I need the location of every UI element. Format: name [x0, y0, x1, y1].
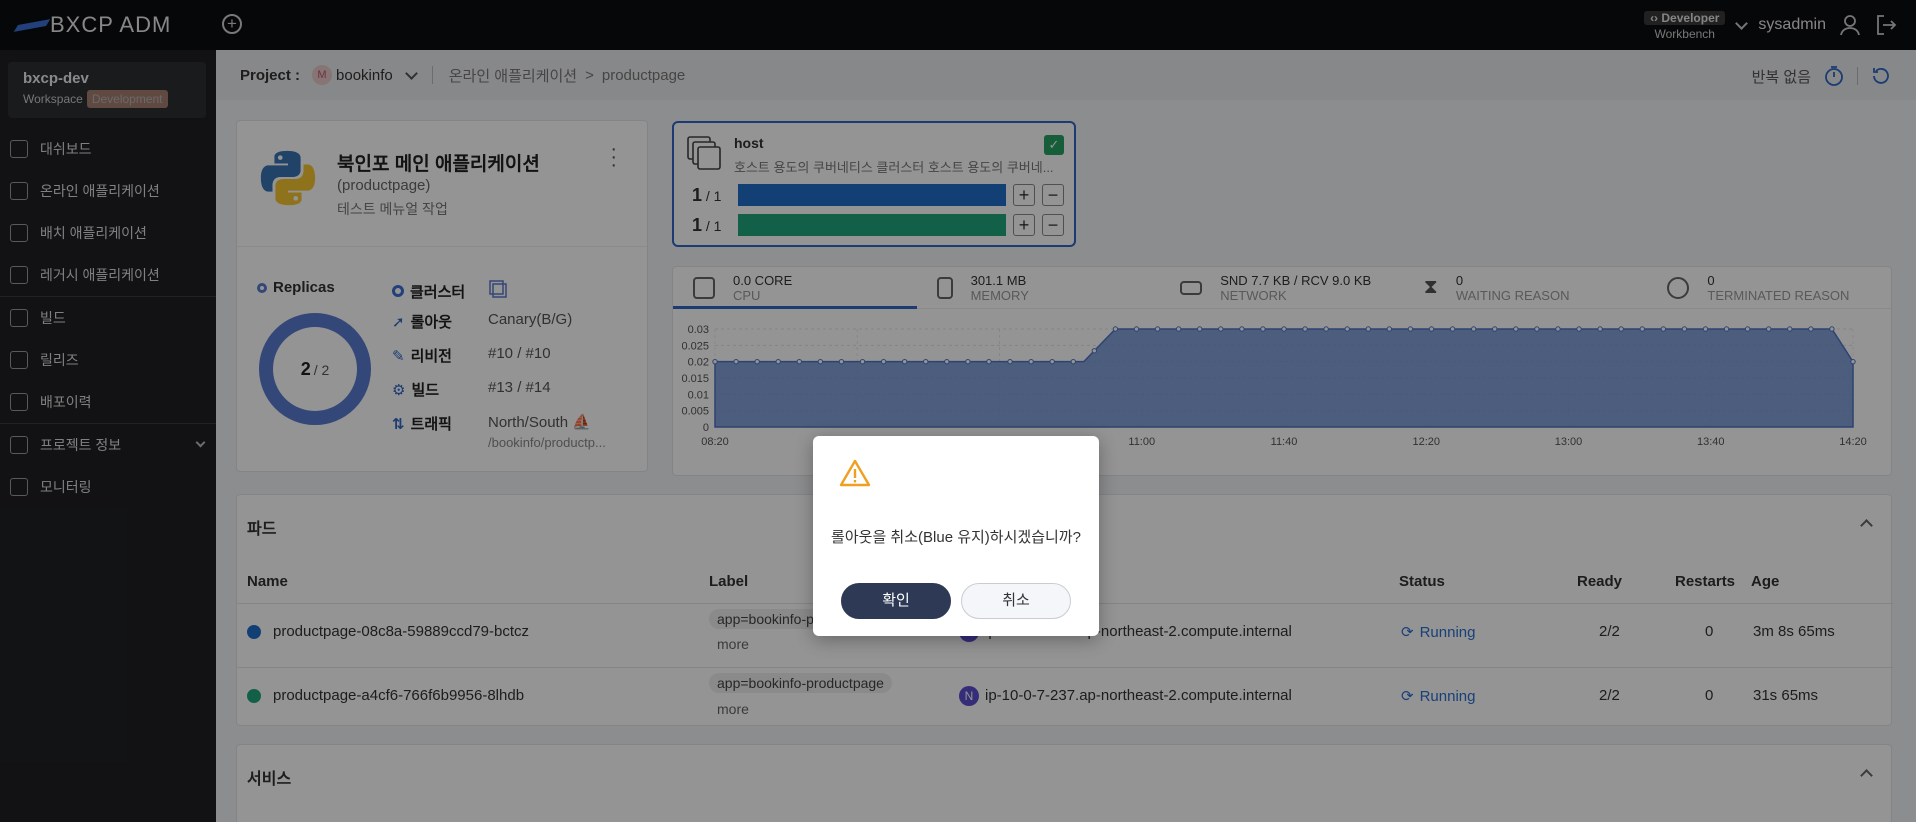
warning-icon [839, 459, 871, 487]
confirm-button[interactable]: 확인 [841, 583, 951, 619]
modal-backdrop[interactable] [0, 0, 1916, 822]
confirm-dialog: 롤아웃을 취소(Blue 유지)하시겠습니까? 확인 취소 [813, 436, 1099, 636]
dialog-message: 롤아웃을 취소(Blue 유지)하시겠습니까? [831, 529, 1081, 546]
cancel-button[interactable]: 취소 [961, 583, 1071, 619]
